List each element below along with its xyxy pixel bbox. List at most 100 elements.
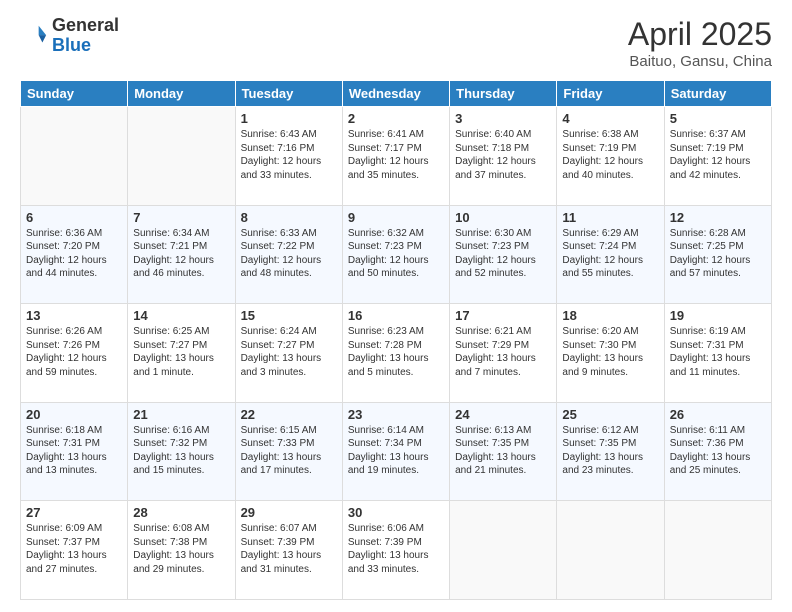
calendar-cell: 15 Sunrise: 6:24 AM Sunset: 7:27 PM Dayli… bbox=[235, 304, 342, 403]
calendar-cell: 3 Sunrise: 6:40 AM Sunset: 7:18 PM Daylig… bbox=[450, 107, 557, 206]
col-header-sunday: Sunday bbox=[21, 81, 128, 107]
cell-day-number: 28 bbox=[133, 505, 229, 520]
cell-info: Sunrise: 6:08 AM Sunset: 7:38 PM Dayligh… bbox=[133, 522, 229, 576]
calendar-table: SundayMondayTuesdayWednesdayThursdayFrid… bbox=[20, 80, 772, 600]
calendar-cell: 22 Sunrise: 6:15 AM Sunset: 7:33 PM Dayli… bbox=[235, 402, 342, 501]
cell-day-number: 17 bbox=[455, 308, 551, 323]
cell-info: Sunrise: 6:23 AM Sunset: 7:28 PM Dayligh… bbox=[348, 325, 444, 379]
col-header-wednesday: Wednesday bbox=[342, 81, 449, 107]
cell-day-number: 9 bbox=[348, 210, 444, 225]
col-header-monday: Monday bbox=[128, 81, 235, 107]
cell-info: Sunrise: 6:15 AM Sunset: 7:33 PM Dayligh… bbox=[241, 424, 337, 478]
cell-info: Sunrise: 6:24 AM Sunset: 7:27 PM Dayligh… bbox=[241, 325, 337, 379]
cell-info: Sunrise: 6:41 AM Sunset: 7:17 PM Dayligh… bbox=[348, 128, 444, 182]
cell-info: Sunrise: 6:28 AM Sunset: 7:25 PM Dayligh… bbox=[670, 227, 766, 281]
cell-day-number: 25 bbox=[562, 407, 658, 422]
calendar-cell: 30 Sunrise: 6:06 AM Sunset: 7:39 PM Dayli… bbox=[342, 501, 449, 600]
cell-info: Sunrise: 6:30 AM Sunset: 7:23 PM Dayligh… bbox=[455, 227, 551, 281]
calendar-cell bbox=[128, 107, 235, 206]
cell-day-number: 7 bbox=[133, 210, 229, 225]
calendar-cell: 6Sunrise: 6:36 AM Sunset: 7:20 PM Daylig… bbox=[21, 205, 128, 304]
cell-info: Sunrise: 6:40 AM Sunset: 7:18 PM Dayligh… bbox=[455, 128, 551, 182]
cell-info: Sunrise: 6:20 AM Sunset: 7:30 PM Dayligh… bbox=[562, 325, 658, 379]
cell-info: Sunrise: 6:37 AM Sunset: 7:19 PM Dayligh… bbox=[670, 128, 766, 182]
page: General Blue April 2025 Baituo, Gansu, C… bbox=[0, 0, 792, 612]
title-block: April 2025 Baituo, Gansu, China bbox=[628, 16, 772, 70]
calendar-cell: 26 Sunrise: 6:11 AM Sunset: 7:36 PM Dayli… bbox=[664, 402, 771, 501]
cell-day-number: 22 bbox=[241, 407, 337, 422]
calendar-cell: 11 Sunrise: 6:29 AM Sunset: 7:24 PM Dayli… bbox=[557, 205, 664, 304]
cell-day-number: 3 bbox=[455, 111, 551, 126]
calendar-cell: 28 Sunrise: 6:08 AM Sunset: 7:38 PM Dayli… bbox=[128, 501, 235, 600]
cell-info: Sunrise: 6:38 AM Sunset: 7:19 PM Dayligh… bbox=[562, 128, 658, 182]
cell-day-number: 14 bbox=[133, 308, 229, 323]
cell-day-number: 27 bbox=[26, 505, 122, 520]
cell-day-number: 6 bbox=[26, 210, 122, 225]
cell-info: Sunrise: 6:32 AM Sunset: 7:23 PM Dayligh… bbox=[348, 227, 444, 281]
cell-day-number: 1 bbox=[241, 111, 337, 126]
cell-day-number: 12 bbox=[670, 210, 766, 225]
cell-info: Sunrise: 6:11 AM Sunset: 7:36 PM Dayligh… bbox=[670, 424, 766, 478]
calendar-cell bbox=[450, 501, 557, 600]
cell-day-number: 26 bbox=[670, 407, 766, 422]
cell-info: Sunrise: 6:06 AM Sunset: 7:39 PM Dayligh… bbox=[348, 522, 444, 576]
cell-day-number: 8 bbox=[241, 210, 337, 225]
cell-day-number: 11 bbox=[562, 210, 658, 225]
calendar-cell: 9 Sunrise: 6:32 AM Sunset: 7:23 PM Daylig… bbox=[342, 205, 449, 304]
cell-info: Sunrise: 6:07 AM Sunset: 7:39 PM Dayligh… bbox=[241, 522, 337, 576]
calendar-cell: 25 Sunrise: 6:12 AM Sunset: 7:35 PM Dayli… bbox=[557, 402, 664, 501]
subtitle: Baituo, Gansu, China bbox=[628, 53, 772, 70]
cell-day-number: 2 bbox=[348, 111, 444, 126]
calendar-cell: 5 Sunrise: 6:37 AM Sunset: 7:19 PM Daylig… bbox=[664, 107, 771, 206]
cell-day-number: 4 bbox=[562, 111, 658, 126]
header: General Blue April 2025 Baituo, Gansu, C… bbox=[20, 16, 772, 70]
cell-info: Sunrise: 6:13 AM Sunset: 7:35 PM Dayligh… bbox=[455, 424, 551, 478]
cell-info: Sunrise: 6:34 AM Sunset: 7:21 PM Dayligh… bbox=[133, 227, 229, 281]
cell-info: Sunrise: 6:21 AM Sunset: 7:29 PM Dayligh… bbox=[455, 325, 551, 379]
cell-info: Sunrise: 6:26 AM Sunset: 7:26 PM Dayligh… bbox=[26, 325, 122, 379]
cell-day-number: 29 bbox=[241, 505, 337, 520]
calendar-cell bbox=[557, 501, 664, 600]
calendar-cell: 4 Sunrise: 6:38 AM Sunset: 7:19 PM Daylig… bbox=[557, 107, 664, 206]
cell-day-number: 15 bbox=[241, 308, 337, 323]
cell-day-number: 10 bbox=[455, 210, 551, 225]
cell-info: Sunrise: 6:09 AM Sunset: 7:37 PM Dayligh… bbox=[26, 522, 122, 576]
cell-info: Sunrise: 6:29 AM Sunset: 7:24 PM Dayligh… bbox=[562, 227, 658, 281]
calendar-cell: 7 Sunrise: 6:34 AM Sunset: 7:21 PM Daylig… bbox=[128, 205, 235, 304]
col-header-friday: Friday bbox=[557, 81, 664, 107]
calendar-cell: 24 Sunrise: 6:13 AM Sunset: 7:35 PM Dayli… bbox=[450, 402, 557, 501]
calendar-cell: 10 Sunrise: 6:30 AM Sunset: 7:23 PM Dayli… bbox=[450, 205, 557, 304]
cell-info: Sunrise: 6:19 AM Sunset: 7:31 PM Dayligh… bbox=[670, 325, 766, 379]
cell-info: Sunrise: 6:12 AM Sunset: 7:35 PM Dayligh… bbox=[562, 424, 658, 478]
cell-day-number: 18 bbox=[562, 308, 658, 323]
cell-day-number: 30 bbox=[348, 505, 444, 520]
logo-text: General Blue bbox=[52, 16, 119, 56]
cell-day-number: 24 bbox=[455, 407, 551, 422]
calendar-cell: 21 Sunrise: 6:16 AM Sunset: 7:32 PM Dayli… bbox=[128, 402, 235, 501]
cell-day-number: 21 bbox=[133, 407, 229, 422]
cell-day-number: 20 bbox=[26, 407, 122, 422]
col-header-tuesday: Tuesday bbox=[235, 81, 342, 107]
calendar-cell: 29 Sunrise: 6:07 AM Sunset: 7:39 PM Dayli… bbox=[235, 501, 342, 600]
cell-info: Sunrise: 6:14 AM Sunset: 7:34 PM Dayligh… bbox=[348, 424, 444, 478]
calendar-cell: 8Sunrise: 6:33 AM Sunset: 7:22 PM Daylig… bbox=[235, 205, 342, 304]
calendar-cell: 13 Sunrise: 6:26 AM Sunset: 7:26 PM Dayli… bbox=[21, 304, 128, 403]
calendar-cell: 23Sunrise: 6:14 AM Sunset: 7:34 PM Dayli… bbox=[342, 402, 449, 501]
col-header-saturday: Saturday bbox=[664, 81, 771, 107]
calendar-cell: 12 Sunrise: 6:28 AM Sunset: 7:25 PM Dayli… bbox=[664, 205, 771, 304]
logo: General Blue bbox=[20, 16, 119, 56]
cell-day-number: 13 bbox=[26, 308, 122, 323]
calendar-cell: 18 Sunrise: 6:20 AM Sunset: 7:30 PM Dayli… bbox=[557, 304, 664, 403]
cell-info: Sunrise: 6:16 AM Sunset: 7:32 PM Dayligh… bbox=[133, 424, 229, 478]
cell-info: Sunrise: 6:43 AM Sunset: 7:16 PM Dayligh… bbox=[241, 128, 337, 182]
calendar-cell: 27 Sunrise: 6:09 AM Sunset: 7:37 PM Dayli… bbox=[21, 501, 128, 600]
main-title: April 2025 bbox=[628, 16, 772, 53]
calendar-cell: 16Sunrise: 6:23 AM Sunset: 7:28 PM Dayli… bbox=[342, 304, 449, 403]
calendar-cell: 20Sunrise: 6:18 AM Sunset: 7:31 PM Dayli… bbox=[21, 402, 128, 501]
calendar-cell: 19 Sunrise: 6:19 AM Sunset: 7:31 PM Dayli… bbox=[664, 304, 771, 403]
cell-day-number: 5 bbox=[670, 111, 766, 126]
calendar-cell bbox=[21, 107, 128, 206]
calendar-cell: 1 Sunrise: 6:43 AM Sunset: 7:16 PM Daylig… bbox=[235, 107, 342, 206]
cell-day-number: 19 bbox=[670, 308, 766, 323]
col-header-thursday: Thursday bbox=[450, 81, 557, 107]
